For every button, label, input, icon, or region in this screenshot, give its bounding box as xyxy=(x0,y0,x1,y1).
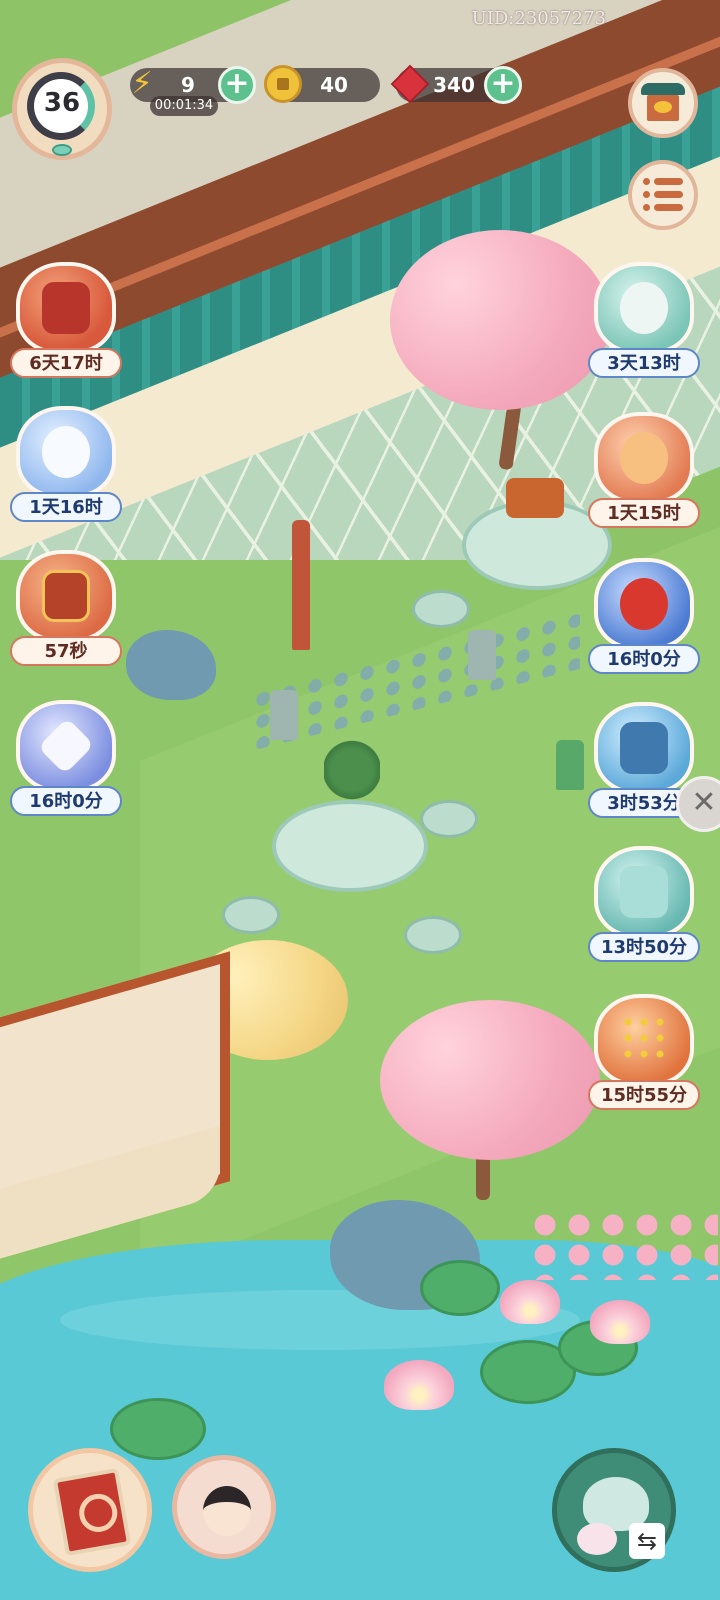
journal-button[interactable] xyxy=(28,1448,152,1572)
gift-cat-icon xyxy=(594,846,694,938)
coin-counter[interactable]: 40 xyxy=(264,65,380,103)
bunny-icon xyxy=(577,1523,617,1555)
lotus-flower xyxy=(500,1280,560,1324)
coin-value: 40 xyxy=(320,73,348,97)
green-lantern xyxy=(556,740,584,790)
pink-flower-bed xyxy=(528,1210,718,1280)
event-fox[interactable]: 1天15时 xyxy=(588,412,700,532)
lily-pad xyxy=(110,1398,206,1460)
menu-button[interactable] xyxy=(628,160,698,230)
kite-icon xyxy=(16,700,116,792)
gem-value: 340 xyxy=(433,73,475,97)
shop-icon xyxy=(641,83,685,123)
bonsai[interactable] xyxy=(324,740,380,800)
stone-stool xyxy=(420,800,478,838)
lantern-post[interactable] xyxy=(292,520,310,650)
coin-icon xyxy=(264,65,302,103)
autumn-book-icon xyxy=(16,262,116,354)
tea-shop-button[interactable]: ⇆ xyxy=(552,1448,676,1572)
event-snow-cat[interactable]: 1天16时 xyxy=(10,406,122,526)
snow-cat-icon xyxy=(16,406,116,498)
event-treasure-chest[interactable]: 57秒 xyxy=(10,550,122,670)
event-timer: 15时55分 xyxy=(588,1080,700,1110)
gem-counter[interactable]: 340 + xyxy=(390,64,522,104)
lotus-flower xyxy=(590,1300,650,1344)
fan-icon xyxy=(594,558,694,650)
cherry-tree[interactable] xyxy=(380,1000,600,1160)
energy-timer: 00:01:34 xyxy=(150,96,218,116)
add-energy-button[interactable]: + xyxy=(218,66,256,104)
energy-value: 9 xyxy=(181,73,195,97)
sleeping-cat-icon xyxy=(594,262,694,354)
stone-lantern xyxy=(468,630,496,680)
event-timer: 6天17时 xyxy=(10,348,122,378)
player-level[interactable]: 36 xyxy=(12,58,112,160)
event-gift-cat[interactable]: 13时50分 xyxy=(588,846,700,966)
fox-icon xyxy=(594,412,694,504)
event-timer: 13时50分 xyxy=(588,932,700,962)
add-gems-button[interactable]: + xyxy=(484,66,522,104)
stone-stool xyxy=(222,896,280,934)
stone-lantern xyxy=(270,690,298,740)
event-timer: 1天15时 xyxy=(588,498,700,528)
book-icon xyxy=(52,1467,132,1557)
event-sleeping-cat[interactable]: 3天13时 xyxy=(588,262,700,382)
lily-pad xyxy=(420,1260,500,1316)
map-icon xyxy=(594,702,694,794)
event-fan[interactable]: 16时0分 xyxy=(588,558,700,678)
swap-icon[interactable]: ⇆ xyxy=(629,1523,665,1559)
lotus-flower xyxy=(384,1360,454,1410)
event-kite[interactable]: 16时0分 xyxy=(10,700,122,820)
level-gem-icon xyxy=(52,144,72,156)
stone-stool xyxy=(404,916,462,954)
event-timer: 16时0分 xyxy=(588,644,700,674)
shop-button[interactable] xyxy=(628,68,698,138)
event-autumn-book[interactable]: 6天17时 xyxy=(10,262,122,382)
character-portrait xyxy=(203,1486,251,1536)
treasure-chest-icon xyxy=(16,550,116,642)
character-button[interactable] xyxy=(172,1455,276,1559)
tea-set[interactable] xyxy=(506,478,564,518)
user-id: UID:23057273 xyxy=(471,8,606,29)
event-timer: 3天13时 xyxy=(588,348,700,378)
level-number: 36 xyxy=(43,88,81,118)
event-timer: 1天16时 xyxy=(10,492,122,522)
list-icon xyxy=(643,178,683,212)
coin-board-icon xyxy=(594,994,694,1086)
stone-table-lower[interactable] xyxy=(272,800,428,892)
event-timer: 57秒 xyxy=(10,636,122,666)
event-timer: 16时0分 xyxy=(10,786,122,816)
stone-stool xyxy=(412,590,470,628)
cherry-tree[interactable] xyxy=(390,230,610,410)
event-coin-board[interactable]: 15时55分 xyxy=(588,994,700,1114)
